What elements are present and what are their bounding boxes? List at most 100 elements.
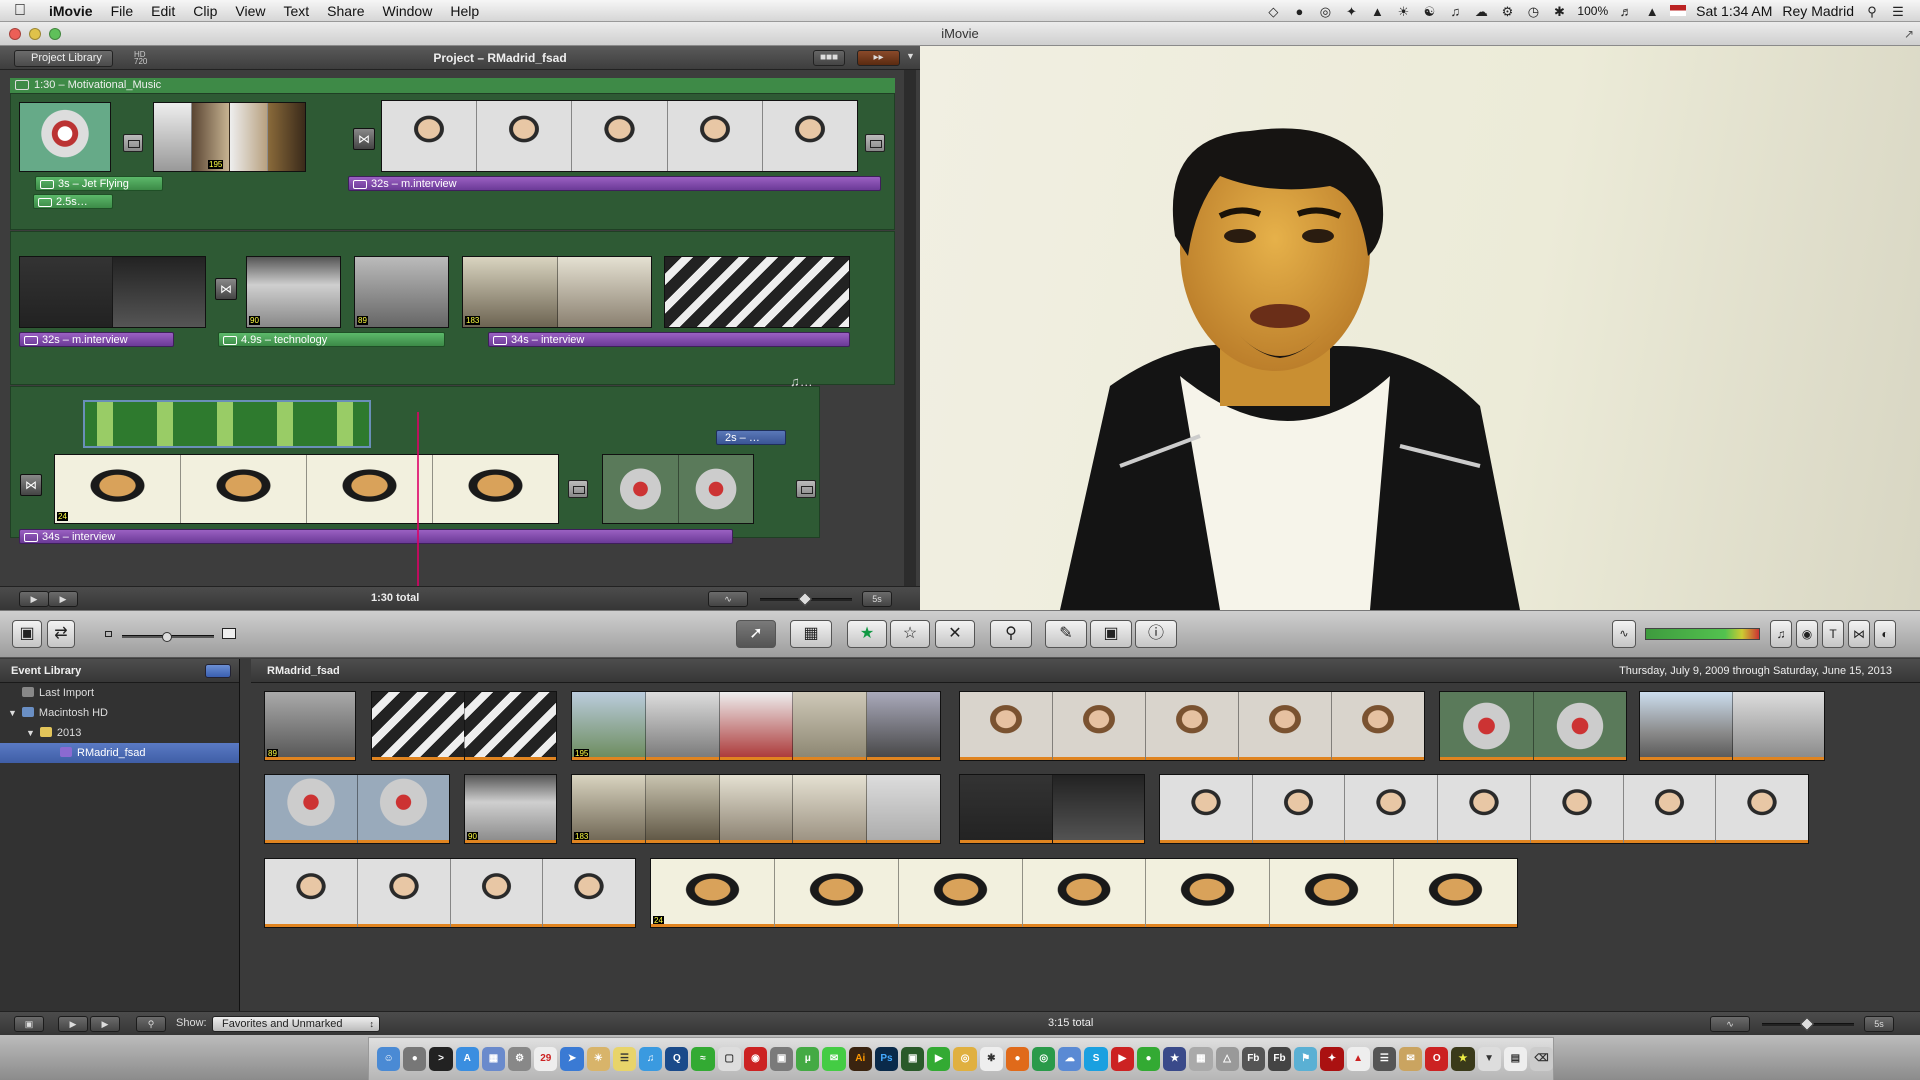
event-clip-m-interview-2[interactable] <box>264 858 636 928</box>
photoshop-icon[interactable]: Ps <box>874 1047 899 1071</box>
project-clip-fullsail-sign[interactable] <box>19 102 111 172</box>
overlay-enoklabs-clip[interactable] <box>83 400 371 448</box>
crop-button[interactable]: ▣ <box>1090 620 1132 648</box>
ichat-icon[interactable]: ☁ <box>1058 1047 1082 1071</box>
notes-icon[interactable]: ☰ <box>612 1047 637 1071</box>
reject-button[interactable]: ✕ <box>935 620 975 648</box>
quicktime-icon[interactable]: Q <box>665 1047 689 1071</box>
event-clip-woman-interview[interactable] <box>959 691 1425 761</box>
project-clip-fullsail-bus[interactable] <box>664 256 850 328</box>
cross-dissolve-transition[interactable]: ⋈ <box>20 474 42 496</box>
event-play-button[interactable]: ▶ <box>90 1016 120 1032</box>
evernote-dock-icon[interactable]: ● <box>1136 1047 1161 1071</box>
disclosure-triangle-icon[interactable]: ▼ <box>8 708 17 718</box>
launchpad-icon[interactable]: ● <box>403 1047 427 1071</box>
documents-stack-icon[interactable]: ▤ <box>1503 1047 1527 1071</box>
battery-percent[interactable]: 100% <box>1577 4 1608 18</box>
menu-text[interactable]: Text <box>274 3 318 19</box>
youtube-icon[interactable]: ▶ <box>1110 1047 1134 1071</box>
keyword-button[interactable]: ⚲ <box>990 620 1032 648</box>
terminal-icon[interactable]: > <box>429 1047 453 1071</box>
opera-icon[interactable]: O <box>1425 1047 1449 1071</box>
menu-file[interactable]: File <box>102 3 143 19</box>
menu-window[interactable]: Window <box>374 3 442 19</box>
notification-center-icon[interactable]: ☰ <box>1890 4 1906 19</box>
titles-browser-button[interactable]: T <box>1822 620 1844 648</box>
chrome-icon[interactable]: ◎ <box>1032 1047 1056 1071</box>
playhead[interactable] <box>417 412 419 602</box>
event-zoom-slider[interactable] <box>1762 1016 1854 1032</box>
cross-dissolve-transition[interactable]: ⋈ <box>353 128 375 150</box>
add-to-project-button[interactable]: ▦ <box>790 620 832 648</box>
event-clip-lecture[interactable]: 183 <box>571 774 941 844</box>
project-clip-classroom[interactable] <box>19 256 206 328</box>
music-note-indicator[interactable]: ♫… <box>790 374 813 389</box>
dropbox-status-icon[interactable]: ◇ <box>1265 4 1281 19</box>
skype-icon[interactable]: S <box>1084 1047 1108 1071</box>
cross-dissolve-transition[interactable]: ⋈ <box>215 278 237 300</box>
title-m-interview-1[interactable]: 32s – m.interview <box>348 176 881 191</box>
spotify-icon[interactable]: ≈ <box>691 1047 715 1071</box>
acrobat-icon[interactable]: ▲ <box>1346 1047 1370 1071</box>
project-clip-lecture[interactable]: 183 <box>462 256 652 328</box>
gear-status-icon[interactable]: ⚙ <box>1499 4 1515 19</box>
event-clip-walkway[interactable] <box>1639 691 1825 761</box>
play-full-screen-button[interactable]: ▶ <box>19 591 49 607</box>
downloads-stack-icon[interactable]: ▼ <box>1477 1047 1501 1071</box>
project-clip-interview-main[interactable]: 24 <box>54 454 559 524</box>
event-camera-button[interactable]: ▣ <box>14 1016 44 1032</box>
audio-skimming-button[interactable]: ∿ <box>1612 620 1636 648</box>
cloud-icon[interactable]: ☁ <box>1473 4 1489 19</box>
photos-icon[interactable]: ☀ <box>586 1047 610 1071</box>
event-item-last-import[interactable]: Last Import <box>0 683 239 703</box>
event-play-fullscreen-button[interactable]: ▶ <box>58 1016 88 1032</box>
facetime-icon[interactable]: ▶ <box>927 1047 951 1071</box>
event-clip-m-interview[interactable] <box>1159 774 1809 844</box>
calculator-icon[interactable]: ▦ <box>1189 1047 1213 1071</box>
time-machine-icon[interactable]: ◷ <box>1525 4 1541 19</box>
event-clip-technology[interactable]: 90 <box>464 774 557 844</box>
event-item-2013[interactable]: ▼ 2013 <box>0 723 239 743</box>
app-store-icon[interactable]: A <box>455 1047 479 1071</box>
mark-favorite-button[interactable]: ★ <box>847 620 887 648</box>
menubar-user[interactable]: Rey Madrid <box>1782 3 1854 19</box>
project-zoom-slider[interactable] <box>760 591 852 607</box>
pin-icon[interactable]: ✱ <box>979 1047 1003 1071</box>
star-app-icon[interactable]: ★ <box>1451 1047 1475 1071</box>
system-prefs-icon[interactable]: ⚙ <box>508 1047 532 1071</box>
zoom-slider-knob[interactable] <box>797 591 813 607</box>
background-music-bar[interactable]: 1:30 – Motivational_Music <box>10 78 895 94</box>
video-viewer[interactable] <box>920 46 1920 610</box>
menubar-clock[interactable]: Sat 1:34 AM <box>1696 3 1772 19</box>
disk-utility-icon[interactable]: ◎ <box>953 1047 977 1071</box>
title-transition-marker[interactable] <box>796 480 816 498</box>
project-clip-m-interview-1[interactable] <box>381 100 858 172</box>
facebook-icon-2[interactable]: Fb <box>1267 1047 1292 1071</box>
show-filter-select[interactable]: Favorites and Unmarked ↕ <box>212 1016 380 1032</box>
swap-panes-button[interactable]: ⇄ <box>47 620 75 648</box>
select-tool-button[interactable]: ➚ <box>736 620 776 648</box>
menu-share[interactable]: Share <box>318 3 373 19</box>
flashcard-icon[interactable]: ▢ <box>717 1047 741 1071</box>
calendar-icon[interactable]: 29 <box>534 1047 558 1071</box>
messages-icon[interactable]: ✉ <box>822 1047 846 1071</box>
menu-app-name[interactable]: iMovie <box>40 3 102 19</box>
drive-status-icon[interactable]: ▲ <box>1369 4 1385 19</box>
skimming-toggle-button[interactable]: ▸▸ <box>857 50 900 66</box>
title-short[interactable]: 2.5s… <box>33 194 113 209</box>
title-transition-marker[interactable] <box>568 480 588 498</box>
event-clip-campus-tour[interactable]: 195 <box>571 691 941 761</box>
photo-booth-icon[interactable]: ◉ <box>743 1047 768 1071</box>
us-flag-icon[interactable] <box>1670 5 1687 16</box>
fullscreen-icon[interactable]: ↗ <box>1904 27 1914 41</box>
project-clip-technology-1[interactable]: 90 <box>246 256 341 328</box>
eyedropper-button[interactable]: ✎ <box>1045 620 1087 648</box>
project-menu-chevron-icon[interactable]: ▼ <box>906 51 915 61</box>
event-clip-bus[interactable] <box>371 691 557 761</box>
photo-browser-button[interactable]: ◉ <box>1796 620 1818 648</box>
inspector-info-button[interactable]: ⓘ <box>1135 620 1177 648</box>
event-clip-sign-closeup[interactable] <box>264 774 450 844</box>
headphones-icon[interactable]: ♫ <box>1447 4 1463 19</box>
event-clip-interview[interactable]: 24 <box>650 858 1518 928</box>
safari-icon[interactable]: ➤ <box>560 1047 584 1071</box>
